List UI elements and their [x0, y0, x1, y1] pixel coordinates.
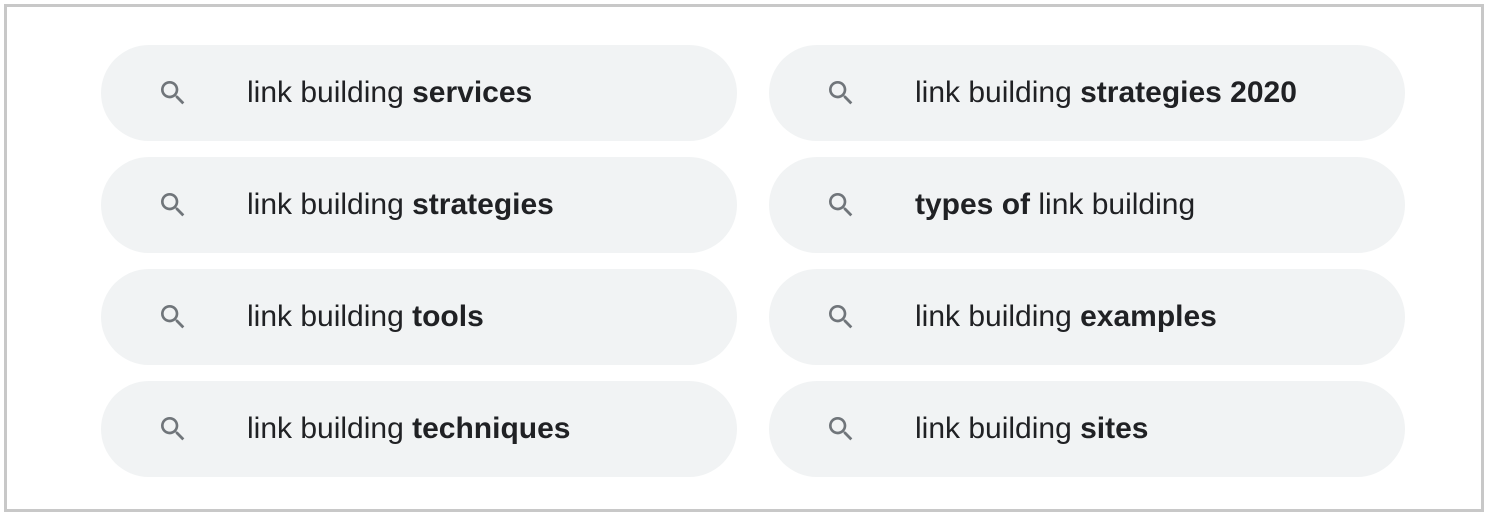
search-icon	[157, 301, 189, 333]
search-icon	[825, 413, 857, 445]
related-search-label: link building tools	[247, 269, 484, 365]
search-icon	[825, 189, 857, 221]
label-bold: sites	[1080, 412, 1149, 445]
label-prefix: link building	[247, 76, 413, 109]
related-search-label: link building techniques	[247, 381, 570, 477]
label-prefix: link building	[247, 300, 413, 333]
label-bold: tools	[412, 300, 484, 333]
label-prefix: link building	[915, 300, 1081, 333]
related-search-chip[interactable]: link building sites	[769, 381, 1405, 477]
related-search-chip[interactable]: link building techniques	[101, 381, 737, 477]
label-bold: strategies 2020	[1080, 76, 1297, 109]
related-searches-grid: link building services link building str…	[101, 45, 1405, 477]
label-bold: services	[412, 76, 533, 109]
label-bold: types of	[915, 188, 1031, 221]
related-search-label: link building services	[247, 45, 532, 141]
search-icon	[157, 413, 189, 445]
search-icon	[825, 77, 857, 109]
related-search-chip[interactable]: link building tools	[101, 269, 737, 365]
label-suffix: link building	[1030, 188, 1196, 221]
search-icon	[825, 301, 857, 333]
related-search-label: link building examples	[915, 269, 1217, 365]
search-icon	[157, 189, 189, 221]
related-searches-frame: link building services link building str…	[4, 4, 1484, 512]
related-search-chip[interactable]: types of link building	[769, 157, 1405, 253]
label-bold: techniques	[412, 412, 571, 445]
label-bold: strategies	[412, 188, 554, 221]
related-search-label: link building sites	[915, 381, 1149, 477]
related-search-label: link building strategies 2020	[915, 45, 1297, 141]
label-prefix: link building	[915, 76, 1081, 109]
related-search-label: types of link building	[915, 157, 1195, 253]
related-search-chip[interactable]: link building services	[101, 45, 737, 141]
label-prefix: link building	[247, 188, 413, 221]
label-prefix: link building	[915, 412, 1081, 445]
label-bold: examples	[1080, 300, 1217, 333]
related-search-chip[interactable]: link building strategies	[101, 157, 737, 253]
related-search-label: link building strategies	[247, 157, 554, 253]
label-prefix: link building	[247, 412, 413, 445]
related-search-chip[interactable]: link building strategies 2020	[769, 45, 1405, 141]
related-search-chip[interactable]: link building examples	[769, 269, 1405, 365]
search-icon	[157, 77, 189, 109]
